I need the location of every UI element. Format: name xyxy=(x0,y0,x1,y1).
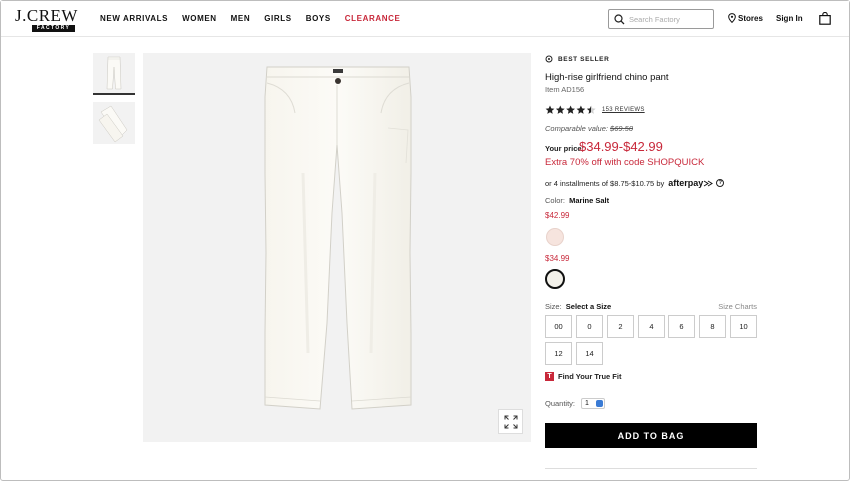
divider xyxy=(545,468,757,469)
afterpay-logo: afterpay xyxy=(668,178,704,188)
nav-boys[interactable]: BOYS xyxy=(306,14,331,23)
badge-star-icon xyxy=(545,55,553,63)
thumbnail-front[interactable] xyxy=(93,53,135,95)
quantity-value: 1 xyxy=(585,400,589,407)
installments-text: or 4 installments of $8.75-$10.75 by xyxy=(545,178,665,188)
true-fit-label: Find Your True Fit xyxy=(558,372,622,381)
best-seller-badge: BEST SELLER xyxy=(545,55,609,63)
size-charts-link[interactable]: Size Charts xyxy=(718,302,757,311)
add-to-bag-button[interactable]: ADD TO BAG xyxy=(545,423,757,448)
zoom-button[interactable] xyxy=(498,409,523,434)
reviews-link[interactable]: 153 REVIEWS xyxy=(602,107,645,113)
search-box[interactable] xyxy=(608,9,714,29)
search-input[interactable] xyxy=(629,13,711,25)
size-button[interactable]: 6 xyxy=(668,315,695,338)
logo[interactable]: J.CREW FACTORY xyxy=(15,6,78,32)
nav-new-arrivals[interactable]: NEW ARRIVALS xyxy=(100,14,168,23)
color-swatch-marine-salt[interactable] xyxy=(545,269,565,289)
price-value: $34.99-$42.99 xyxy=(579,139,663,154)
expand-icon xyxy=(504,415,517,428)
color-swatch-pink[interactable] xyxy=(546,228,564,246)
pants-thumbnail-image xyxy=(106,56,122,90)
site-header: J.CREW FACTORY NEW ARRIVALS WOMEN MEN GI… xyxy=(1,1,849,37)
shopping-bag-icon[interactable] xyxy=(819,12,831,25)
quantity-row: Quantity: 1 xyxy=(545,398,606,409)
nav-girls[interactable]: GIRLS xyxy=(264,14,291,23)
size-label-text: Size: xyxy=(545,302,562,311)
main-product-image[interactable] xyxy=(143,53,531,442)
size-value: Select a Size xyxy=(565,302,612,311)
quantity-select[interactable]: 1 xyxy=(581,398,606,409)
afterpay-info: or 4 installments of $8.75-$10.75 by aft… xyxy=(545,178,725,188)
afterpay-arrows-icon xyxy=(704,180,714,186)
comparable-label: Comparable value: xyxy=(545,124,608,133)
size-button[interactable]: 4 xyxy=(638,315,665,338)
thumbnail-folded[interactable] xyxy=(93,102,135,144)
search-icon xyxy=(614,14,625,25)
nav-men[interactable]: MEN xyxy=(231,14,251,23)
color-group-price: $42.99 xyxy=(545,211,570,220)
size-button[interactable]: 10 xyxy=(730,315,757,338)
size-button[interactable]: 2 xyxy=(607,315,634,338)
color-label-text: Color: xyxy=(545,196,566,205)
select-arrows-icon xyxy=(596,400,604,407)
quantity-label: Quantity: xyxy=(545,399,576,408)
location-pin-icon xyxy=(728,13,736,23)
size-label: Size: Select a Size xyxy=(545,302,611,311)
color-value: Marine Salt xyxy=(569,196,610,205)
size-button[interactable]: 00 xyxy=(545,315,572,338)
folded-pants-thumbnail-image xyxy=(98,105,128,143)
size-button[interactable]: 0 xyxy=(576,315,603,338)
color-label: Color: Marine Salt xyxy=(545,196,609,205)
nav-clearance[interactable]: CLEARANCE xyxy=(345,14,401,23)
stores-link[interactable]: Stores xyxy=(728,13,763,23)
comparable-value: Comparable value: $69.50 xyxy=(545,124,633,133)
badge-label: BEST SELLER xyxy=(558,55,610,63)
size-button[interactable]: 14 xyxy=(576,342,603,365)
star-rating[interactable] xyxy=(545,105,597,115)
nav-women[interactable]: WOMEN xyxy=(182,14,217,23)
product-title: High-rise girlfriend chino pant xyxy=(545,72,669,83)
sign-in-link[interactable]: Sign In xyxy=(776,14,803,23)
star-rating-icon xyxy=(545,105,596,114)
logo-sub-text: FACTORY xyxy=(32,25,75,32)
color-group-price: $34.99 xyxy=(545,254,570,263)
true-fit-link[interactable]: T Find Your True Fit xyxy=(545,372,621,381)
size-button[interactable]: 12 xyxy=(545,342,572,365)
help-icon[interactable]: ? xyxy=(716,179,725,187)
main-nav: NEW ARRIVALS WOMEN MEN GIRLS BOYS CLEARA… xyxy=(100,14,414,23)
size-button[interactable]: 8 xyxy=(699,315,726,338)
chino-pants-image xyxy=(264,66,412,410)
logo-main-text: J.CREW xyxy=(15,6,78,25)
comparable-price: $69.50 xyxy=(610,124,633,133)
true-fit-icon: T xyxy=(545,372,554,381)
promo-message: Extra 70% off with code SHOPQUICK xyxy=(545,157,705,168)
stores-label: Stores xyxy=(738,13,763,23)
item-number: Item AD156 xyxy=(545,85,585,94)
